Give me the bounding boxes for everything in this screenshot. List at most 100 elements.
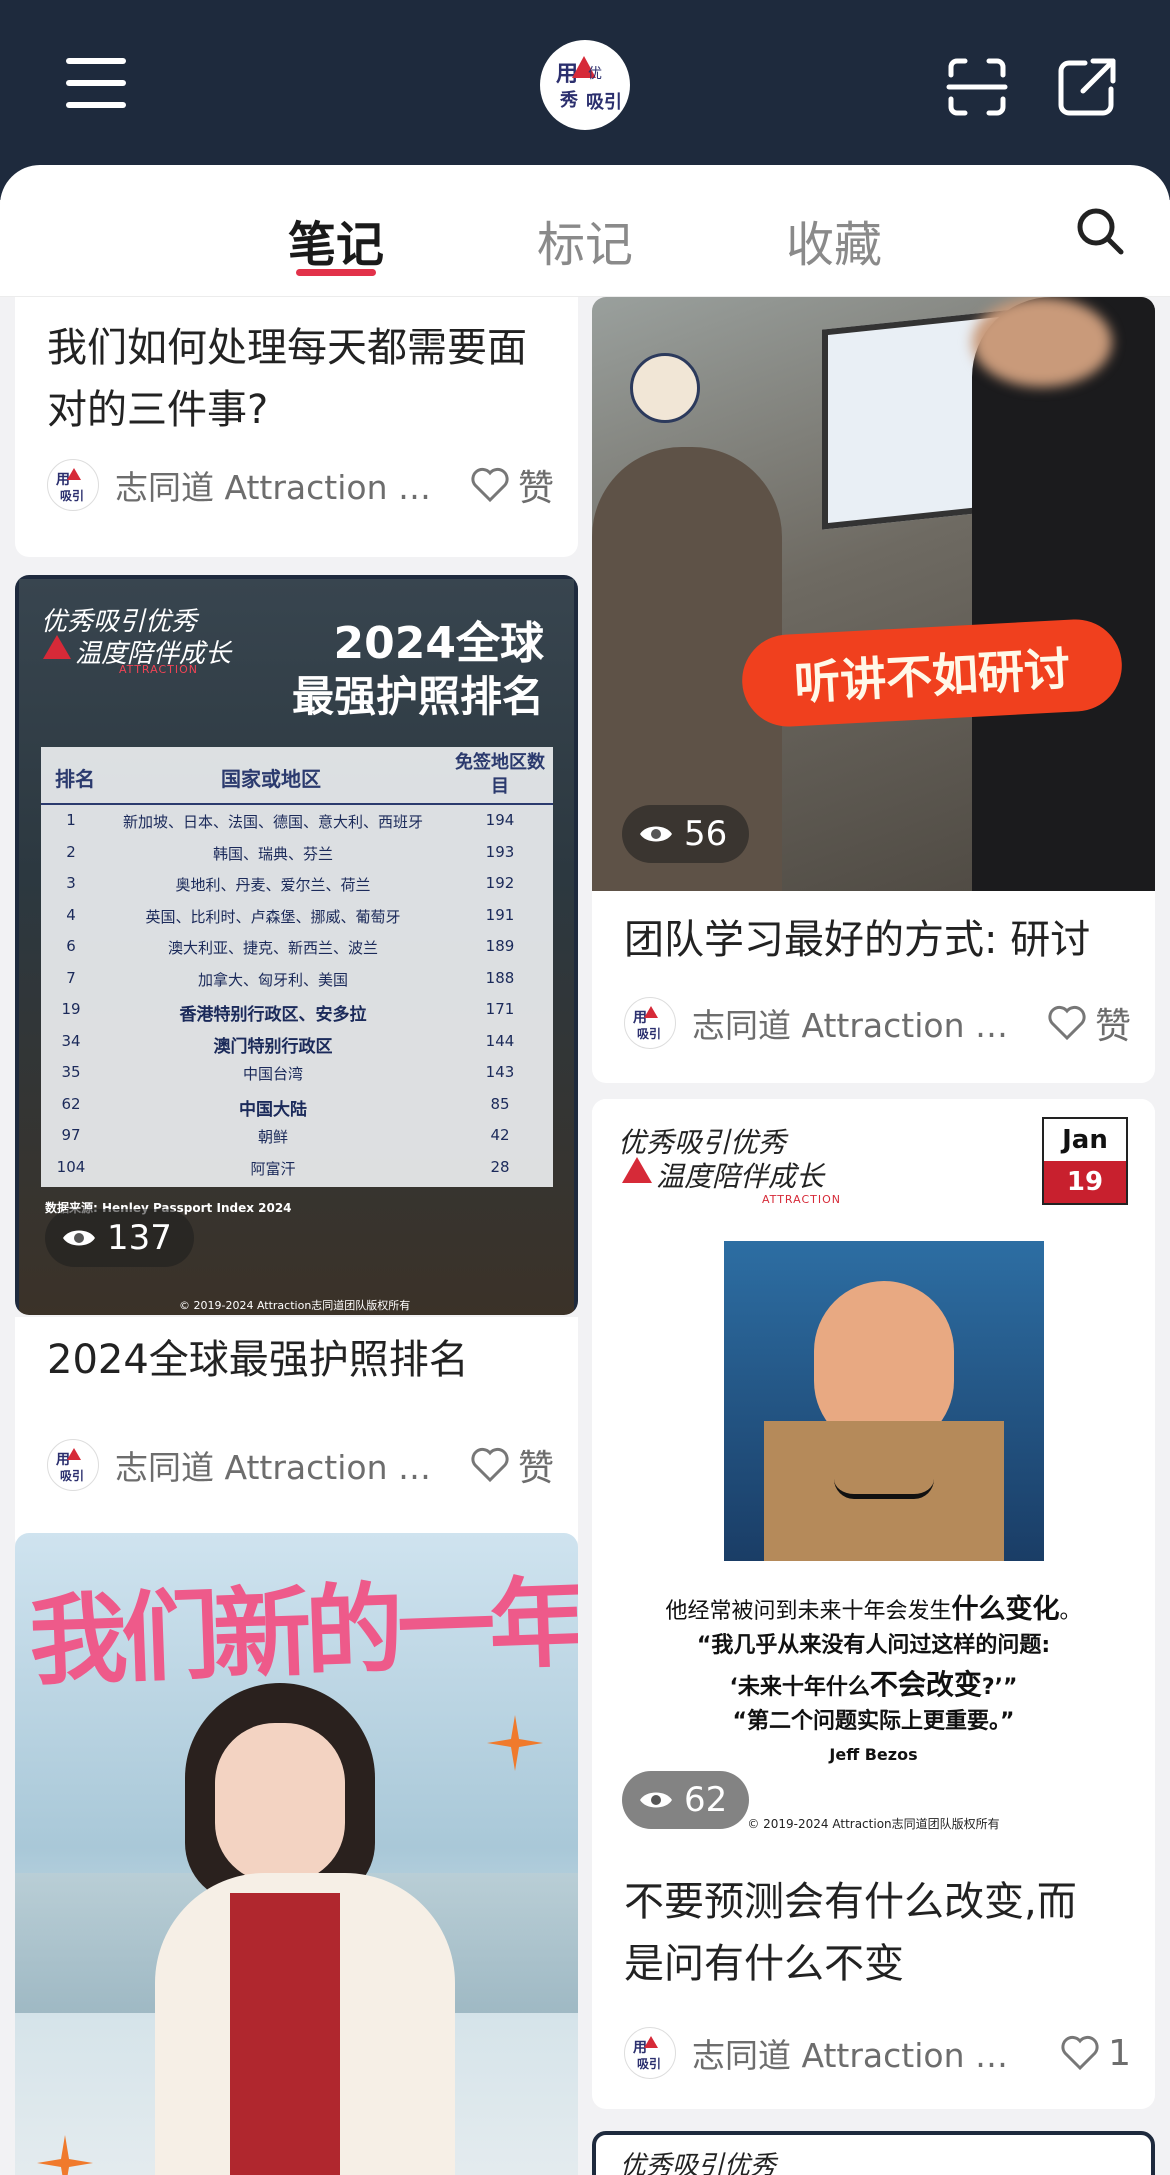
- note-title: 2024全球最强护照排名: [47, 1337, 469, 1383]
- table-cell-rank: 97: [61, 1126, 81, 1144]
- note-cover-image: 听讲不如研讨: [592, 297, 1155, 891]
- table-row: 3 奥地利、丹麦、爱尔兰、荷兰 192: [41, 874, 553, 906]
- svg-text:吸引: 吸引: [586, 92, 622, 113]
- table-row: 19 香港特别行政区、安多拉 171: [41, 1000, 553, 1032]
- table-cell-rank: 104: [56, 1157, 86, 1176]
- person-face: [215, 1723, 345, 1883]
- table-cell-rank: 2: [66, 842, 76, 861]
- cover-headline-1: 2024全球: [333, 618, 544, 669]
- table-cell-count: 194: [485, 811, 515, 829]
- author-avatar[interactable]: 用吸引: [624, 997, 676, 1049]
- table-row: 97 朝鲜 42: [41, 1126, 553, 1158]
- quote-line-3: ‘未来十年什么不会改变?’”: [729, 1668, 1018, 1701]
- table-cell-count: 171: [485, 1000, 515, 1018]
- scan-icon[interactable]: [945, 55, 1009, 119]
- tab-marks[interactable]: 标记: [537, 205, 633, 275]
- author-name[interactable]: 志同道 Attraction 温度: [115, 461, 435, 509]
- note-meta: 用吸引 志同道 Attraction 温度 赞: [624, 995, 1131, 1051]
- brand-slogan-2: 温度陪伴成长: [656, 1160, 825, 1193]
- table-cell-count: 42: [490, 1126, 510, 1144]
- note-meta: 用吸引 志同道 Attraction 温度 赞: [47, 457, 554, 513]
- table-cell-country: 澳门特别行政区: [213, 1036, 333, 1057]
- date-badge: Jan 19: [1042, 1117, 1128, 1205]
- blurred-face: [972, 297, 1112, 387]
- avatar-sticker: [630, 353, 700, 423]
- author-avatar[interactable]: 用吸引: [624, 2027, 676, 2079]
- tab-favorites[interactable]: 收藏: [786, 205, 882, 275]
- note-card[interactable]: 优秀吸引优秀 温度陪伴成长 ATTRACTION 2024全球 最强护照排名 排…: [15, 575, 578, 1315]
- active-tab-indicator: [296, 269, 376, 276]
- views-badge: 137: [45, 1209, 194, 1267]
- author-avatar[interactable]: 用吸引: [47, 1439, 99, 1491]
- table-cell-rank: 34: [61, 1031, 81, 1050]
- note-meta: 用吸引 志同道 Attraction 温度 1: [624, 2025, 1131, 2081]
- note-title: 团队学习最好的方式: 研讨: [624, 917, 1091, 963]
- svg-text:优: 优: [588, 66, 602, 82]
- like-button[interactable]: 赞: [470, 1439, 554, 1491]
- table-cell-rank: 62: [61, 1094, 81, 1113]
- author-name[interactable]: 志同道 Attraction 温度: [692, 2029, 1012, 2077]
- tab-notes[interactable]: 笔记: [288, 205, 384, 275]
- note-card[interactable]: 优秀吸引优秀: [592, 2131, 1155, 2175]
- note-cover-image: 我们新的一年: [15, 1533, 578, 2175]
- eye-icon: [640, 826, 672, 842]
- presenter-figure: [972, 297, 1155, 891]
- author-name[interactable]: 志同道 Attraction 温度: [115, 1441, 435, 1489]
- note-title: 不要预测会有什么改变,而是问有什么不变: [624, 1879, 1077, 1987]
- brand-sub: ATTRACTION: [119, 663, 198, 676]
- note-card[interactable]: 我们新的一年: [15, 1533, 578, 2175]
- views-count: 137: [107, 1218, 172, 1258]
- note-card[interactable]: 我们如何处理每天都需要面对的三件事? 用吸引 志同道 Attraction 温度…: [15, 297, 578, 557]
- note-card[interactable]: 优秀吸引优秀 温度陪伴成长 ATTRACTION Jan 19 他经常被问到未来…: [592, 1099, 1155, 2109]
- svg-text:吸引: 吸引: [637, 2057, 661, 2071]
- quote-author: Jeff Bezos: [829, 1745, 918, 1764]
- like-label: 赞: [517, 1448, 554, 1489]
- table-cell-rank: 3: [66, 874, 76, 892]
- author-avatar[interactable]: 用吸引: [47, 459, 99, 511]
- table-cell-country: 新加坡、日本、法国、德国、意大利、西班牙: [122, 813, 423, 831]
- like-button[interactable]: 赞: [470, 459, 554, 511]
- table-row: 104 阿富汗 28: [41, 1158, 553, 1190]
- cartoon-illustration: [724, 1241, 1044, 1561]
- like-button[interactable]: 赞: [1047, 997, 1131, 1049]
- table-row: 7 加拿大、匈牙利、美国 188: [41, 969, 553, 1001]
- poster-headline: 我们新的一年: [27, 1565, 578, 1700]
- hamburger-menu-icon[interactable]: [66, 56, 132, 112]
- note-card[interactable]: 听讲不如研讨 56 团队学习最好的方式: 研讨 用吸引 志同道 Attracti…: [592, 297, 1155, 1083]
- share-icon[interactable]: [1055, 55, 1119, 119]
- tab-bar: 笔记 标记 收藏: [0, 165, 1170, 297]
- table-row: 4 英国、比利时、卢森堡、挪威、葡萄牙 191: [41, 906, 553, 938]
- table-cell-count: 193: [485, 842, 515, 861]
- table-cell-country: 朝鲜: [257, 1128, 288, 1146]
- note-card-footer[interactable]: 2024全球最强护照排名 用吸引 志同道 Attraction 温度 赞: [15, 1317, 578, 1553]
- smile-arrow: [834, 1479, 934, 1499]
- like-count: 1: [1108, 2032, 1131, 2074]
- date-day: 19: [1044, 1161, 1126, 1203]
- table-header-rank: 排名: [55, 767, 95, 791]
- date-month: Jan: [1062, 1125, 1108, 1155]
- table-cell-rank: 35: [61, 1063, 81, 1081]
- app-logo[interactable]: 用 优 秀 吸引: [540, 40, 630, 130]
- table-cell-rank: 6: [66, 937, 76, 955]
- heart-icon: [1048, 1005, 1086, 1041]
- search-icon[interactable]: [1075, 206, 1125, 256]
- views-count: 56: [684, 814, 728, 854]
- table-cell-count: 192: [485, 874, 515, 892]
- views-badge: 62: [622, 1771, 750, 1829]
- person-dress: [230, 1893, 340, 2175]
- table-cell-country: 中国大陆: [239, 1099, 307, 1120]
- table-row: 2 韩国、瑞典、芬兰 193: [41, 843, 553, 875]
- quote-line-1: 他经常被问到未来十年会发生什么变化。: [665, 1594, 1082, 1625]
- table-cell-country: 韩国、瑞典、芬兰: [212, 844, 333, 863]
- svg-text:吸引: 吸引: [60, 489, 84, 503]
- quote-line-4: “第二个问题实际上更重要。”: [732, 1709, 1015, 1734]
- svg-text:吸引: 吸引: [60, 1469, 84, 1483]
- brand-sub: ATTRACTION: [762, 1193, 841, 1206]
- like-button[interactable]: 1: [1060, 2033, 1131, 2074]
- heart-icon: [471, 1447, 509, 1483]
- table-cell-country: 奥地利、丹麦、爱尔兰、荷兰: [175, 876, 371, 894]
- heart-icon: [1061, 2035, 1099, 2071]
- author-name[interactable]: 志同道 Attraction 温度: [692, 999, 1012, 1047]
- table-cell-country: 阿富汗: [250, 1159, 296, 1178]
- table-cell-rank: 7: [66, 968, 76, 987]
